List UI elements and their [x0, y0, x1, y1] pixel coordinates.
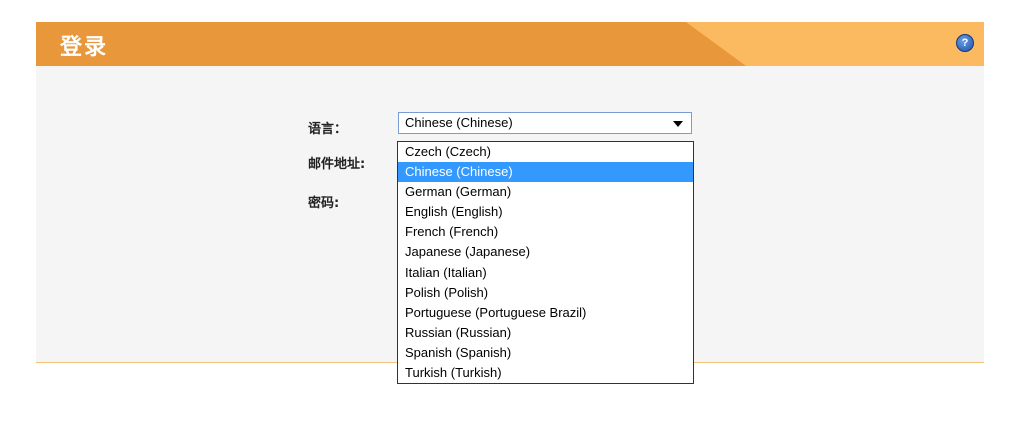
language-select[interactable]: Chinese (Chinese) [398, 112, 692, 134]
language-dropdown-list: Czech (Czech) Chinese (Chinese) German (Ge… [397, 141, 694, 384]
language-select-value: Chinese (Chinese) [405, 115, 513, 130]
language-label: 语言： [308, 122, 348, 137]
language-option[interactable]: Chinese (Chinese) [398, 162, 693, 183]
language-option[interactable]: English (English) [398, 202, 693, 222]
chevron-down-icon [673, 121, 683, 127]
language-option[interactable]: Portuguese (Portuguese Brazil) [398, 303, 693, 323]
help-icon[interactable]: ? [956, 34, 974, 52]
email-label: 邮件地址: [308, 157, 366, 172]
language-option[interactable]: French (French) [398, 222, 693, 242]
language-option[interactable]: Spanish (Spanish) [398, 343, 693, 363]
language-option[interactable]: Japanese (Japanese) [398, 242, 693, 262]
language-option[interactable]: Italian (Italian) [398, 263, 693, 283]
language-option[interactable]: Czech (Czech) [398, 142, 693, 162]
language-option[interactable]: Turkish (Turkish) [398, 363, 693, 383]
language-option[interactable]: Polish (Polish) [398, 283, 693, 303]
language-option[interactable]: German (German) [398, 182, 693, 202]
panel-header: 登录 ? [36, 22, 984, 66]
page-title: 登录 [60, 35, 109, 60]
password-label: 密码: [308, 196, 340, 211]
language-option[interactable]: Russian (Russian) [398, 323, 693, 343]
